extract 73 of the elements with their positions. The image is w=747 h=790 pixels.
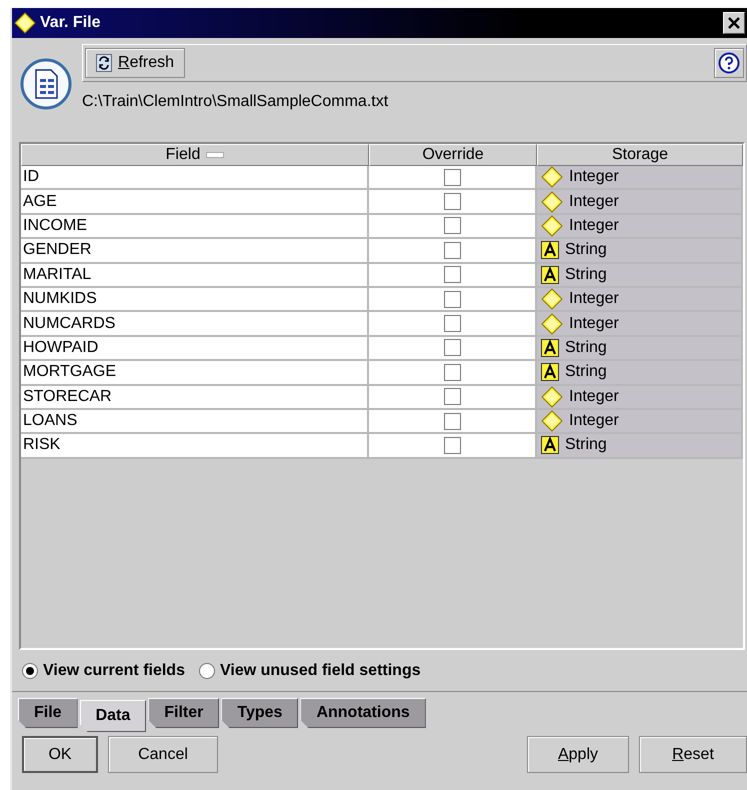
letter-a-icon (541, 363, 559, 382)
field-cell: GENDER (21, 239, 369, 264)
dialog-button[interactable]: OK (22, 736, 98, 773)
diamond-icon (541, 386, 563, 408)
storage-type: Integer (569, 216, 619, 235)
storage-type: String (565, 436, 607, 454)
override-checkbox[interactable] (444, 193, 460, 210)
override-checkbox[interactable] (444, 217, 460, 234)
dialog-button[interactable]: Reset (639, 736, 747, 773)
override-checkbox[interactable] (444, 412, 460, 430)
refresh-button[interactable]: Refresh (85, 48, 186, 78)
diamond-icon (541, 214, 563, 237)
diamond-icon (541, 288, 563, 310)
field-cell: NUMKIDS (21, 288, 369, 312)
tab[interactable]: Data (80, 700, 146, 732)
storage-type: Integer (569, 412, 619, 430)
letter-a-icon (541, 338, 559, 357)
close-button[interactable] (723, 12, 745, 34)
help-icon (718, 52, 740, 74)
diamond-icon (541, 410, 563, 432)
field-cell: NUMCARDS (21, 312, 369, 337)
letter-a-icon (541, 266, 559, 284)
help-button[interactable] (714, 48, 744, 78)
app-icon (14, 12, 36, 34)
override-checkbox[interactable] (444, 242, 460, 259)
storage-type: Integer (569, 388, 619, 406)
storage-type: Integer (569, 290, 619, 308)
letter-a-icon (541, 241, 559, 260)
field-cell: LOANS (21, 410, 369, 434)
field-cell: MARITAL (21, 264, 369, 288)
tab[interactable]: File (18, 698, 78, 728)
field-cell: STORECAR (21, 386, 369, 410)
window-title: Var. File (40, 14, 102, 32)
override-checkbox[interactable] (444, 364, 460, 381)
column-header[interactable]: Storage (537, 144, 743, 166)
document-icon (20, 58, 72, 110)
override-checkbox[interactable] (444, 290, 460, 308)
column-title: Field (166, 146, 200, 164)
view-radio[interactable]: View unused field settings (198, 660, 421, 682)
field-cell: RISK (21, 434, 369, 459)
override-checkbox[interactable] (444, 339, 460, 356)
letter-a-icon (541, 436, 559, 454)
field-cell: HOWPAID (21, 336, 369, 362)
tab[interactable]: Annotations (300, 698, 426, 728)
dialog-button[interactable]: Apply (527, 736, 629, 773)
storage-type: Integer (569, 314, 619, 333)
dialog-button[interactable]: Cancel (108, 736, 218, 773)
storage-type: String (565, 266, 607, 284)
column-header[interactable]: Override (369, 144, 537, 166)
storage-type: String (565, 241, 607, 260)
storage-type: String (565, 338, 607, 357)
override-checkbox[interactable] (444, 388, 460, 406)
sort-icon (206, 152, 224, 158)
field-cell: AGE (21, 190, 369, 215)
field-cell: INCOME (21, 214, 369, 240)
field-cell: MORTGAGE (21, 361, 369, 386)
diamond-icon (541, 166, 563, 188)
refresh-icon (96, 54, 112, 72)
view-radio[interactable]: View current fields (22, 660, 185, 682)
diamond-icon (541, 312, 563, 335)
close-icon (728, 17, 740, 29)
tab[interactable]: Filter (148, 698, 220, 728)
override-checkbox[interactable] (444, 315, 460, 332)
storage-type: Integer (569, 168, 619, 186)
tab[interactable]: Types (221, 698, 298, 728)
file-path: C:\Train\ClemIntro\SmallSampleComma.txt (82, 93, 390, 111)
storage-type: Integer (569, 192, 619, 211)
override-checkbox[interactable] (444, 266, 460, 284)
override-checkbox[interactable] (444, 436, 460, 454)
override-checkbox[interactable] (444, 168, 460, 186)
diamond-icon (541, 190, 563, 213)
field-cell: ID (21, 166, 369, 190)
storage-type: String (565, 363, 607, 382)
